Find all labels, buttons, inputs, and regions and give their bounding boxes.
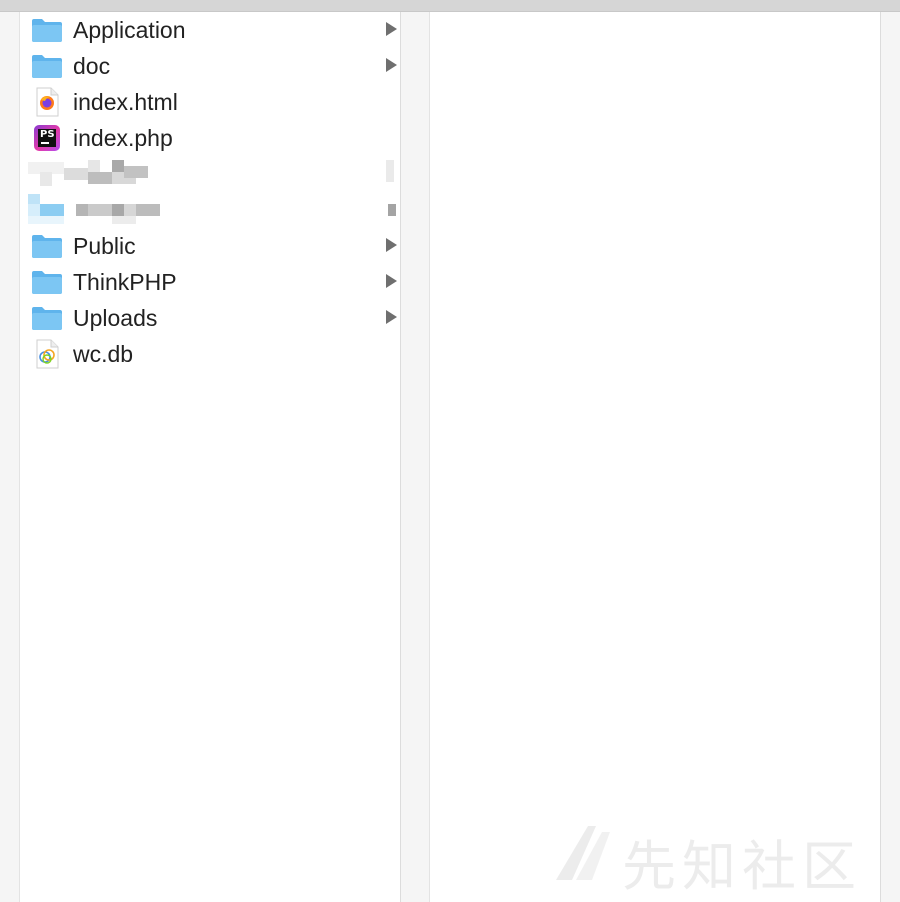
list-item-redacted-1[interactable] [20,156,400,192]
redacted-file-icon [20,156,400,192]
file-list: Application doc index.html PS index.php … [20,12,400,372]
disclosure-arrow-icon[interactable] [386,58,397,72]
item-label: wc.db [73,340,134,367]
item-label: Uploads [73,304,158,331]
file-column: Application doc index.html PS index.php … [20,12,401,902]
item-label: doc [73,52,111,79]
toolbar-edge [0,0,900,12]
folder-icon [31,14,63,46]
finder-window: Application doc index.html PS index.php … [0,0,900,902]
list-item-index-html[interactable]: index.html [20,84,400,120]
disclosure-arrow-icon[interactable] [386,238,397,252]
list-item-wc-db[interactable]: wc.db [20,336,400,372]
item-label: Application [73,16,186,43]
list-item-index-php[interactable]: PS index.php [20,120,400,156]
list-item-application[interactable]: Application [20,12,400,48]
phpstorm-file-icon: PS [31,122,63,154]
list-item-redacted-2[interactable] [20,192,400,228]
list-item-thinkphp[interactable]: ThinkPHP [20,264,400,300]
list-item-doc[interactable]: doc [20,48,400,84]
item-label: ThinkPHP [73,268,177,295]
item-label: Public [73,232,136,259]
list-item-public[interactable]: Public [20,228,400,264]
left-gutter [0,12,20,902]
item-label: index.php [73,124,173,151]
folder-icon [31,230,63,262]
folder-icon [31,50,63,82]
redacted-folder-icon [20,192,400,228]
disclosure-arrow-icon[interactable] [386,22,397,36]
item-label: index.html [73,88,178,115]
watermark-logo-icon [556,826,610,880]
disclosure-arrow-icon[interactable] [386,274,397,288]
database-file-icon [31,338,63,370]
watermark-text: 先知社区 [622,835,862,898]
list-item-uploads[interactable]: Uploads [20,300,400,336]
disclosure-arrow-icon[interactable] [386,310,397,324]
preview-column [430,12,881,902]
watermark: 先知社区 [552,820,892,898]
folder-icon [31,302,63,334]
folder-icon [31,266,63,298]
firefox-html-file-icon [31,86,63,118]
column-divider[interactable] [401,12,430,902]
right-gutter [881,12,900,902]
